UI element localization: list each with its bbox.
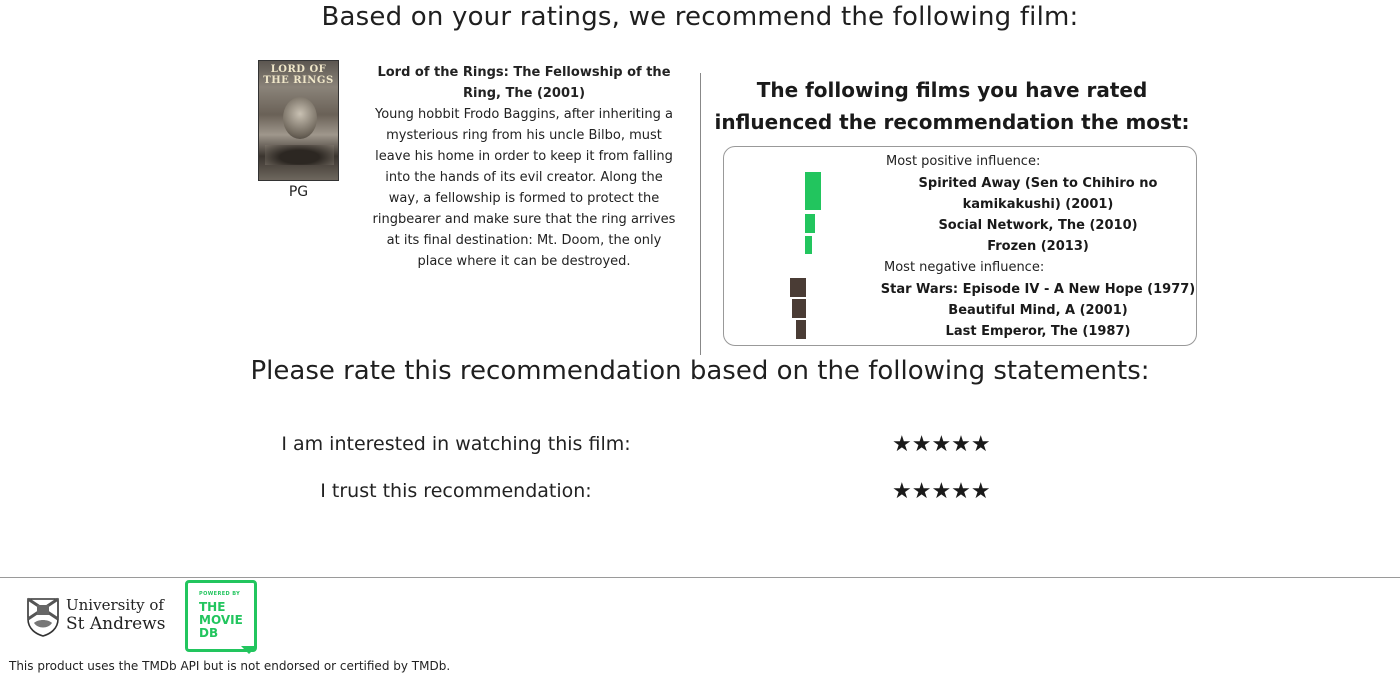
- statement-interest: I am interested in watching this film:: [281, 433, 631, 455]
- positive-bar-1: [805, 172, 821, 210]
- rating-heading: Please rate this recommendation based on…: [250, 356, 1150, 386]
- statement-trust: I trust this recommendation:: [320, 480, 592, 502]
- negative-bar-2: [792, 299, 806, 318]
- positive-film-3: Frozen (2013): [987, 239, 1089, 254]
- tmdb-powered-by: POWERED BY: [199, 591, 241, 597]
- tmdb-logo-tail: [241, 646, 257, 654]
- positive-film-2: Social Network, The (2010): [938, 218, 1138, 233]
- university-name-line2: St Andrews: [66, 614, 166, 634]
- tmdb-name: THE MOVIE DB: [199, 600, 243, 640]
- university-crest-icon: [27, 597, 59, 637]
- positive-bar-3: [805, 236, 812, 254]
- negative-bar-3: [796, 320, 806, 339]
- vertical-divider: [700, 73, 701, 355]
- footer-divider: [0, 577, 1400, 578]
- negative-influence-label: Most negative influence:: [884, 260, 1045, 275]
- influence-heading: The following films you have rated influ…: [714, 78, 1190, 134]
- positive-influence-label: Most positive influence:: [886, 154, 1041, 169]
- negative-film-1: Star Wars: Episode IV - A New Hope (1977…: [880, 282, 1196, 297]
- age-rating: PG: [288, 184, 309, 200]
- movie-poster: LORD OF THE RINGS: [258, 60, 339, 181]
- university-name-line1: University of: [66, 596, 164, 614]
- film-description: Young hobbit Frodo Baggins, after inheri…: [372, 107, 676, 269]
- negative-bar-1: [790, 278, 806, 297]
- trust-star-rating[interactable]: ★★★★★: [892, 479, 991, 504]
- university-name: University of St Andrews: [66, 596, 165, 634]
- positive-bar-2: [805, 214, 815, 233]
- interest-star-rating[interactable]: ★★★★★: [892, 432, 991, 457]
- film-title: Lord of the Rings: The Fellowship of the…: [377, 65, 671, 101]
- page-title: Based on your ratings, we recommend the …: [321, 2, 1079, 32]
- tmdb-disclaimer: This product uses the TMDb API but is no…: [9, 659, 451, 673]
- negative-film-2: Beautiful Mind, A (2001): [948, 303, 1128, 318]
- negative-film-3: Last Emperor, The (1987): [945, 324, 1131, 339]
- poster-title-art: LORD OF THE RINGS: [263, 64, 334, 86]
- tmdb-logo: POWERED BY THE MOVIE DB: [185, 580, 257, 652]
- positive-film-1: Spirited Away (Sen to Chihiro no kamikak…: [918, 176, 1158, 212]
- film-details: Lord of the Rings: The Fellowship of the…: [372, 62, 676, 272]
